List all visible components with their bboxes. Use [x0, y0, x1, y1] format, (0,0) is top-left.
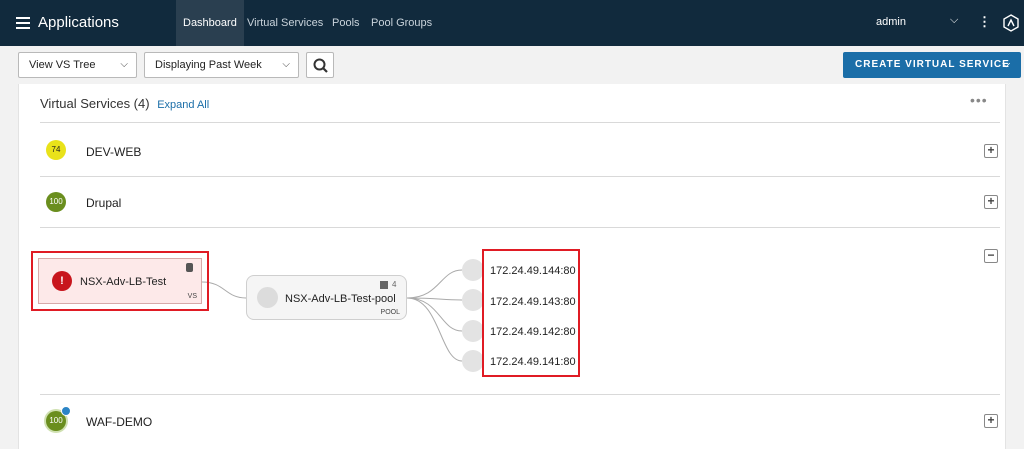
vs-name-waf-demo[interactable]: WAF-DEMO — [86, 415, 152, 429]
pool-server-count: 4 — [392, 280, 397, 289]
server-icon — [380, 281, 388, 289]
server-health-circle — [462, 320, 484, 342]
expand-row-button[interactable]: + — [984, 414, 998, 428]
pool-node-name: NSX-Adv-LB-Test-pool — [285, 293, 396, 305]
highlight-box-vs — [31, 251, 209, 311]
server-health-circle — [462, 350, 484, 372]
server-health-circle — [462, 289, 484, 311]
highlight-box-servers — [482, 249, 580, 377]
pool-health-circle — [257, 287, 278, 308]
server-health-circle — [462, 259, 484, 281]
pool-node-type: POOL — [380, 309, 400, 316]
tree-connectors — [201, 269, 463, 362]
pool-tree-node[interactable]: NSX-Adv-LB-Test-pool 4 POOL — [246, 275, 407, 320]
info-icon — [61, 406, 71, 416]
